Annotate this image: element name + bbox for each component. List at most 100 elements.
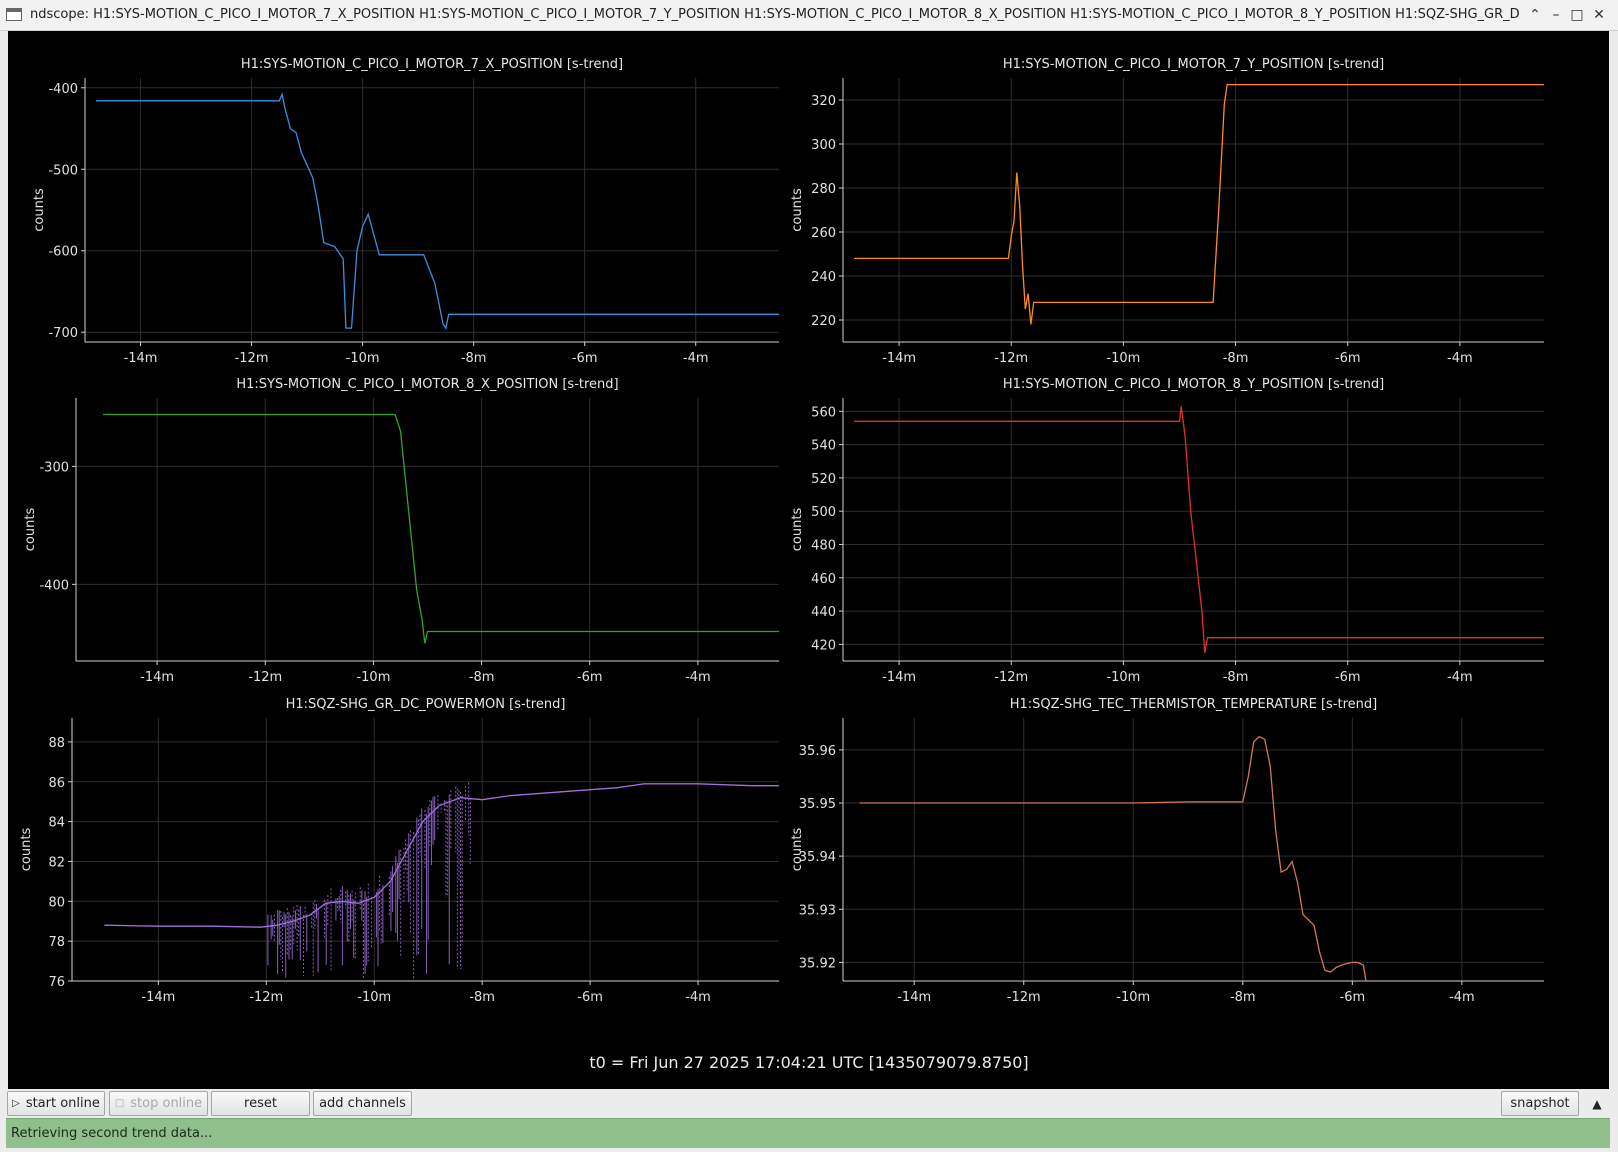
y-tick-label: 80 <box>48 895 65 910</box>
t0-label: t0 = Fri Jun 27 2025 17:04:21 UTC [14350… <box>589 1053 1029 1072</box>
y-tick-label: 35.93 <box>799 903 836 918</box>
series-line <box>859 735 1367 981</box>
series-line <box>104 783 779 928</box>
plot-panel-6[interactable]: H1:SQZ-SHG_TEC_THERMISTOR_TEMPERATURE [s… <box>790 697 1544 1005</box>
x-tick-label: -6m <box>1335 351 1361 366</box>
status-bar: Retrieving second trend data... <box>6 1118 1610 1148</box>
plot-title: H1:SQZ-SHG_GR_DC_POWERMON [s-trend] <box>286 697 566 712</box>
series-line <box>854 406 1544 653</box>
y-tick-label: 35.92 <box>799 956 836 971</box>
plot-panel-2[interactable]: H1:SYS-MOTION_C_PICO_I_MOTOR_7_Y_POSITIO… <box>790 57 1544 366</box>
start-online-label: start online <box>25 1096 100 1111</box>
plots-canvas[interactable]: H1:SYS-MOTION_C_PICO_I_MOTOR_7_X_POSITIO… <box>8 31 1609 1051</box>
x-tick-label: -12m <box>248 670 282 685</box>
play-icon: ▷ <box>12 1098 20 1109</box>
y-tick-label: 220 <box>811 314 836 329</box>
y-axis-label: counts <box>790 188 805 232</box>
plot-title: H1:SYS-MOTION_C_PICO_I_MOTOR_8_X_POSITIO… <box>236 377 618 392</box>
x-tick-label: -10m <box>1116 990 1150 1005</box>
y-tick-label: 260 <box>811 226 836 241</box>
series-spikes <box>267 782 471 981</box>
x-tick-label: -8m <box>469 990 495 1005</box>
maximize-icon[interactable]: □ <box>1566 4 1588 26</box>
close-icon[interactable]: ✕ <box>1588 4 1610 26</box>
plot-panel-4[interactable]: H1:SYS-MOTION_C_PICO_I_MOTOR_8_Y_POSITIO… <box>790 377 1544 685</box>
y-tick-label: 520 <box>811 472 836 487</box>
x-tick-label: -14m <box>882 670 916 685</box>
x-tick-label: -8m <box>461 351 487 366</box>
y-tick-label: 88 <box>48 736 65 751</box>
x-tick-label: -12m <box>249 990 283 1005</box>
y-tick-label: 86 <box>48 776 65 791</box>
reset-button[interactable]: reset <box>211 1091 310 1116</box>
x-tick-label: -4m <box>1447 351 1473 366</box>
stop-online-label: stop online <box>130 1096 203 1111</box>
plot-title: H1:SYS-MOTION_C_PICO_I_MOTOR_7_Y_POSITIO… <box>1003 57 1384 72</box>
y-tick-label: -400 <box>39 578 69 593</box>
plot-area[interactable]: H1:SYS-MOTION_C_PICO_I_MOTOR_7_X_POSITIO… <box>8 31 1609 1089</box>
y-tick-label: 460 <box>811 572 836 587</box>
x-tick-label: -12m <box>1007 990 1041 1005</box>
window-title: ndscope: H1:SYS-MOTION_C_PICO_I_MOTOR_7_… <box>30 7 1520 22</box>
x-tick-label: -14m <box>882 351 916 366</box>
status-text: Retrieving second trend data... <box>11 1126 213 1141</box>
x-tick-label: -12m <box>994 670 1028 685</box>
minimize-icon[interactable]: – <box>1545 4 1567 26</box>
plot-title: H1:SQZ-SHG_TEC_THERMISTOR_TEMPERATURE [s… <box>1010 697 1378 712</box>
x-tick-label: -8m <box>1223 351 1249 366</box>
y-tick-label: -300 <box>39 460 69 475</box>
stop-icon: □ <box>114 1098 125 1109</box>
x-tick-label: -6m <box>1335 670 1361 685</box>
y-tick-label: 280 <box>811 182 836 197</box>
plot-panel-3[interactable]: H1:SYS-MOTION_C_PICO_I_MOTOR_8_X_POSITIO… <box>23 377 779 685</box>
x-tick-label: -6m <box>577 670 603 685</box>
x-tick-label: -4m <box>1447 670 1473 685</box>
x-tick-label: -10m <box>346 351 380 366</box>
x-tick-label: -14m <box>897 990 931 1005</box>
start-online-button[interactable]: ▷ start online <box>7 1091 105 1116</box>
plot-panel-1[interactable]: H1:SYS-MOTION_C_PICO_I_MOTOR_7_X_POSITIO… <box>32 57 779 366</box>
plot-panel-5[interactable]: H1:SQZ-SHG_GR_DC_POWERMON [s-trend] -14m -… <box>19 697 779 1005</box>
x-tick-label: -14m <box>124 351 158 366</box>
y-axis-label: counts <box>790 508 805 552</box>
x-tick-label: -8m <box>1223 670 1249 685</box>
y-tick-label: 320 <box>811 94 836 109</box>
y-tick-label: 540 <box>811 439 836 454</box>
add-channels-button[interactable]: add channels <box>313 1091 412 1116</box>
y-axis-label: counts <box>19 828 34 872</box>
shade-icon[interactable]: ⌃ <box>1524 4 1546 26</box>
plot-title: H1:SYS-MOTION_C_PICO_I_MOTOR_7_X_POSITIO… <box>241 57 623 72</box>
y-tick-label: -400 <box>48 82 78 97</box>
y-axis-label: counts <box>790 828 805 872</box>
x-tick-label: -8m <box>1230 990 1256 1005</box>
y-tick-label: 420 <box>811 638 836 653</box>
x-tick-label: -8m <box>469 670 495 685</box>
y-tick-label: -600 <box>48 245 78 260</box>
stop-online-button[interactable]: □ stop online <box>109 1091 208 1116</box>
y-tick-label: 35.95 <box>799 797 836 812</box>
collapse-arrow-icon[interactable]: ▲ <box>1584 1091 1610 1116</box>
x-tick-label: -4m <box>1449 990 1475 1005</box>
x-tick-label: -10m <box>1106 670 1140 685</box>
x-tick-label: -10m <box>356 670 390 685</box>
x-tick-label: -12m <box>994 351 1028 366</box>
x-tick-label: -10m <box>1106 351 1140 366</box>
y-tick-label: 480 <box>811 538 836 553</box>
y-tick-label: 84 <box>48 816 65 831</box>
x-tick-label: -6m <box>577 990 603 1005</box>
series-line <box>854 83 1544 325</box>
y-tick-label: 300 <box>811 138 836 153</box>
x-tick-label: -6m <box>572 351 598 366</box>
series-line <box>96 92 779 330</box>
y-tick-label: 78 <box>48 935 65 950</box>
x-tick-label: -10m <box>357 990 391 1005</box>
y-tick-label: -500 <box>48 163 78 178</box>
snapshot-button[interactable]: snapshot <box>1501 1091 1579 1116</box>
y-axis-label: counts <box>32 188 47 232</box>
y-tick-label: 500 <box>811 505 836 520</box>
y-tick-label: 560 <box>811 405 836 420</box>
plot-title: H1:SYS-MOTION_C_PICO_I_MOTOR_8_Y_POSITIO… <box>1003 377 1384 392</box>
x-tick-label: -6m <box>1340 990 1366 1005</box>
y-tick-label: 82 <box>48 855 65 870</box>
y-axis-label: counts <box>23 508 38 552</box>
